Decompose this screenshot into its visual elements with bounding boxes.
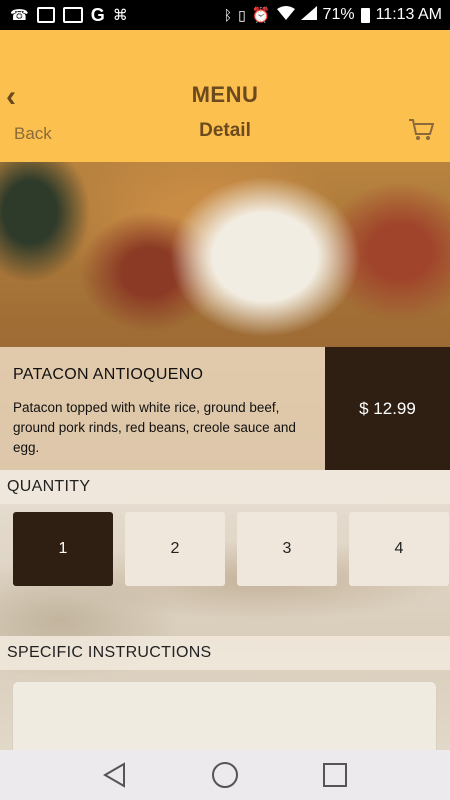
dish-description: Patacon topped with white rice, ground b…	[13, 400, 296, 455]
gmail-icon	[62, 7, 83, 23]
android-nav-bar	[0, 750, 450, 800]
quantity-option-4[interactable]: 4	[349, 512, 449, 586]
alarm-icon: ⏰	[251, 7, 271, 24]
google-icon: G	[90, 4, 105, 25]
status-icons-left: ☎ G ⌘	[0, 5, 128, 26]
bluetooth-icon: ᛒ	[223, 7, 233, 23]
recents-square-icon[interactable]	[315, 755, 355, 795]
instructions-label: SPECIFIC INSTRUCTIONS	[0, 636, 450, 670]
clock: 11:13 AM	[375, 6, 442, 23]
battery-icon	[360, 7, 370, 23]
home-circle-icon[interactable]	[205, 755, 245, 795]
status-bar: ☎ G ⌘ ᛒ ▯ ⏰ 71% 11:13 AM	[0, 0, 450, 30]
signal-icon	[300, 5, 317, 25]
instructions-input[interactable]	[12, 681, 437, 761]
back-triangle-icon[interactable]	[95, 755, 135, 795]
missed-call-icon: ☎	[10, 7, 29, 24]
cart-icon[interactable]	[408, 118, 435, 147]
image-icon	[36, 7, 55, 23]
wifi-icon	[276, 5, 295, 25]
page-title: MENU	[191, 82, 259, 107]
quantity-option-3[interactable]: 3	[237, 512, 337, 586]
dish-name: PATACON ANTIOQUENO	[13, 366, 204, 383]
vibrate-icon: ▯	[238, 6, 246, 23]
app-header: ‹ MENU	[0, 30, 450, 162]
quantity-option-1[interactable]: 1	[13, 512, 113, 586]
status-icons-right: ᛒ ▯ ⏰ 71% 11:13 AM	[224, 0, 442, 30]
battery-percent: 71%	[322, 6, 355, 23]
usb-icon: ⌘	[112, 7, 128, 24]
dish-price: $ 12.99	[325, 347, 450, 470]
quantity-label: QUANTITY	[0, 470, 450, 504]
quantity-option-2[interactable]: 2	[125, 512, 225, 586]
